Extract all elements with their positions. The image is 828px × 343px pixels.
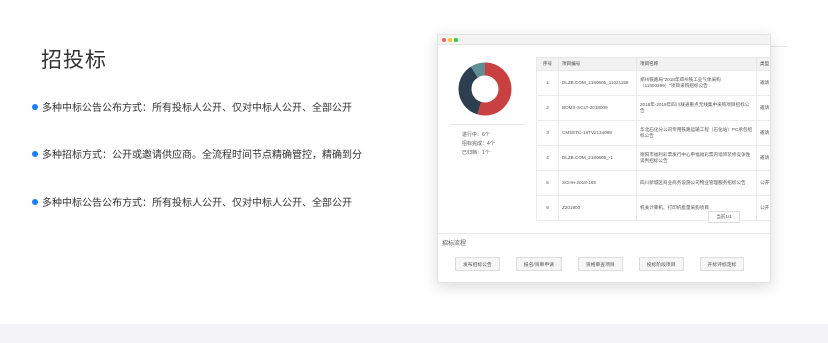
section-title: 招投标	[41, 49, 107, 72]
status-donut-chart	[458, 62, 512, 116]
cell-index: 3	[536, 120, 559, 146]
footer-band	[0, 324, 828, 343]
bullet-dot-icon	[32, 103, 38, 110]
step-registration-button[interactable]: 报名/资审申请	[515, 257, 562, 271]
cell-name: 四川新城区商业商务设施公司物业管理服务招标公告	[636, 170, 757, 196]
feature-text: 多种中标公告公布方式：所有投标人公开、仅对中标人公开、全部公开	[42, 198, 352, 209]
table-row[interactable]: 4 DLZB.COM_2180605_-1 德阳市福利彩票发行中心申福福彩票内墙…	[536, 145, 770, 171]
cell-type: 邀请	[756, 70, 770, 96]
cell-name: 华北石化分公司专用铁路运输工程（石化站）PC承包招标公告	[636, 120, 757, 146]
cell-type: 邀请	[756, 95, 770, 121]
feature-item: 多种招标方式：公开或邀请供应商。全流程时间节点精确管控，精确到分	[32, 146, 362, 161]
project-table: 序号 项目编号 项目名称 类型 1 DLZB.COM_2180605_11021…	[536, 57, 770, 221]
bullet-dot-icon	[32, 150, 38, 157]
step-publish-notice-button[interactable]: 发布招标公告	[455, 257, 500, 271]
feature-text: 多种中标公告公布方式：所有投标人公开、仅对中标人公开、全部公开	[42, 103, 352, 114]
table-row[interactable]: 3 CMSETC-18TV2134099 华北石化分公司专用铁路运输工程（石化站…	[536, 120, 770, 146]
maximize-dot-icon	[454, 37, 458, 42]
col-header-type: 类型	[756, 57, 770, 71]
table-header-row: 序号 项目编号 项目名称 类型	[536, 57, 770, 71]
cell-index: 2	[536, 95, 559, 121]
bullet-dot-icon	[32, 198, 38, 205]
pagination[interactable]: 当前1/1	[708, 211, 740, 223]
cell-type: 邀请	[756, 120, 770, 146]
window-titlebar	[438, 35, 770, 45]
feature-text: 多种招标方式：公开或邀请供应商。全流程时间节点精确管控，精确到分	[42, 150, 362, 161]
feature-item: 多种中标公告公布方式：所有投标人公开、仅对中标人公开、全部公开	[32, 194, 352, 209]
cell-code: DLZB.COM_2180605_-1	[558, 145, 637, 171]
cell-code: SCHH-2018-169	[558, 170, 637, 196]
col-header-index: 序号	[536, 57, 559, 71]
step-qualification-button[interactable]: 资格审查项目	[577, 257, 623, 271]
process-steps: 发布招标公告 报名/资审申请 资格审查项目 投标阶段项目 开标评标定标	[455, 257, 745, 271]
summary-in-progress: 进行中：6个	[462, 132, 490, 138]
cell-code: CMSETC-18TV2134099	[558, 120, 637, 146]
cell-type: 公开	[756, 170, 770, 196]
step-bidding-button[interactable]: 投标阶段项目	[638, 257, 684, 271]
cell-index: 4	[536, 145, 559, 171]
cell-name: 德阳市福利彩票发行中心申福福彩票内墙饰装修竞争性谈判招标公告	[636, 145, 757, 171]
cell-index: 1	[536, 70, 559, 96]
cell-type: 邀请	[756, 145, 770, 171]
screenshot-window: 进行中：6个 招标完成：4个 已归档：1个 序号 项目编号 项目名称 类型 1 …	[437, 34, 771, 283]
col-header-code: 项目编号	[558, 57, 637, 71]
process-divider	[438, 233, 770, 234]
table-row[interactable]: 5 SCHH-2018-169 四川新城区商业商务设施公司物业管理服务招标公告 …	[536, 170, 770, 196]
summary-closed: 已归档：1个	[462, 150, 490, 156]
table-row[interactable]: 1 DLZB.COM_2180605_11021158 郑州铁路局"2018年郑…	[536, 70, 770, 96]
cell-code: BOMX-SCLT-2018009	[558, 95, 637, 121]
minimize-dot-icon	[448, 37, 452, 42]
cell-code: Z201800	[558, 195, 637, 221]
step-evaluation-button[interactable]: 开标评标定标	[699, 257, 745, 271]
cell-index: 6	[536, 195, 559, 221]
table-row[interactable]: 2 BOMX-SCLT-2018009 2018年-2019年四川联通重点无线集…	[536, 95, 770, 121]
cell-type: 公开	[756, 195, 770, 221]
cell-index: 5	[536, 170, 559, 196]
project-summary: 进行中：6个 招标完成：4个 已归档：1个	[462, 131, 495, 158]
cell-code: DLZB.COM_2180605_11021158	[558, 70, 637, 96]
feature-item: 多种中标公告公布方式：所有投标人公开、仅对中标人公开、全部公开	[32, 99, 352, 114]
process-title: 招标流程	[442, 241, 467, 247]
close-dot-icon	[442, 37, 446, 42]
cell-name: 郑州铁路局"2018年郑州铁工业气体采购（11600399）"项目采购招标公告	[636, 70, 757, 96]
col-header-name: 项目名称	[636, 57, 757, 71]
summary-divider	[450, 124, 524, 125]
summary-bid-done: 招标完成：4个	[462, 141, 495, 147]
cell-name: 2018年-2019年四川联通重点无线集中采购项目招标公告	[636, 95, 757, 121]
